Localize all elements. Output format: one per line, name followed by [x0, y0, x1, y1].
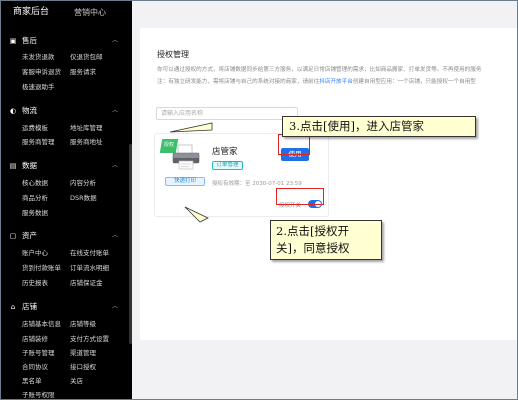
sidebar-section-header[interactable]: ⌂ 店铺 ︿ [0, 300, 126, 314]
sidebar-item[interactable]: 渠道管理 [70, 347, 126, 359]
sidebar-item[interactable]: 极速退助手 [22, 81, 78, 93]
sidebar-section-aftersale: ▣ 售后 ︿ 未发货退款 仅退货包邮 客服申诉退货 服务请求 极速退助手 [0, 34, 126, 91]
page-title: 授权管理 [157, 50, 189, 59]
description-line: 你可以通过授权的方式，将店铺数据同步给第三方服务，以满足日常店铺管理的需求，比如… [157, 67, 482, 73]
chevron-up-icon: ︿ [111, 232, 118, 239]
sidebar-section-header[interactable]: ◐ 物流 ︿ [0, 104, 126, 118]
sidebar-item[interactable]: 店铺等级 [70, 318, 126, 330]
sidebar-item[interactable]: 仅退货包邮 [70, 51, 126, 63]
data-icon: ▤ [9, 162, 17, 170]
chevron-up-icon: ︿ [111, 107, 118, 114]
sidebar-item[interactable]: 内容分析 [70, 177, 126, 189]
callout-step-2: 2.点击[授权开 关]，同意授权 [270, 220, 382, 260]
logistics-icon: ◐ [9, 107, 17, 115]
shop-icon: ⌂ [10, 303, 16, 311]
sidebar-section-shop: ⌂ 店铺 ︿ 店铺基本信息 店铺等级 店铺装修 支付方式设置 子账号管理 渠道管… [0, 300, 126, 399]
sidebar-section-header[interactable]: ▤ 数据 ︿ [0, 159, 126, 173]
page-description: 你可以通过授权的方式，将店铺数据同步给第三方服务，以满足日常店铺管理的需求，比如… [157, 64, 518, 88]
chevron-up-icon: ︿ [111, 303, 118, 310]
sidebar-item[interactable]: 服务请求 [70, 66, 126, 78]
callout-step-3: 3.点击[使用]，进入店管家 [282, 116, 476, 137]
chevron-up-icon: ︿ [111, 37, 118, 44]
open-platform-link[interactable]: 抖店开放平台 [319, 79, 353, 85]
chevron-up-icon: ︿ [111, 162, 118, 169]
callout-line: 关]，同意授权 [276, 241, 350, 255]
sidebar-item[interactable]: 地址库管理 [70, 122, 126, 134]
sidebar: ▣ 售后 ︿ 未发货退款 仅退货包邮 客服申诉退货 服务请求 极速退助手 ◐ 物… [0, 24, 132, 400]
top-bar: 商家后台 营销中心 [0, 0, 132, 24]
sidebar-item[interactable]: 服务数据 [22, 207, 78, 219]
sidebar-section-data: ▤ 数据 ︿ 核心数据 内容分析 商品分析 DSR数据 服务数据 [0, 159, 126, 217]
sidebar-section-header[interactable]: ▣ 售后 ︿ [0, 34, 126, 48]
main-top-strip [132, 0, 518, 24]
aftersale-icon: ▣ [9, 37, 17, 45]
sidebar-item[interactable]: 支付方式设置 [70, 333, 126, 345]
tab-marketing-center[interactable]: 营销中心 [74, 5, 106, 20]
sidebar-section-header[interactable]: ▢ 资产 ︿ [0, 229, 126, 243]
sidebar-item[interactable]: 接口授权 [70, 361, 126, 373]
callout-line: 2.点击[授权开 [276, 224, 349, 238]
wallet-icon: ▢ [9, 232, 17, 240]
sidebar-item[interactable]: 店铺保证金 [70, 277, 126, 289]
sidebar-item[interactable]: 子账号权限 [22, 389, 78, 400]
sidebar-item[interactable]: 在线支付账单 [70, 247, 126, 259]
sidebar-item[interactable]: 服务商地址 [70, 136, 126, 148]
sidebar-item[interactable]: 订单流水明细 [70, 262, 126, 274]
description-line: 注：有独立研发能力，需将店铺与自己的系统对接的商家，请前往抖店开放平台创建自用型… [157, 79, 476, 85]
sidebar-section-logistics: ◐ 物流 ︿ 运费模板 地址库管理 服务商管理 服务商地址 [0, 104, 126, 146]
tab-merchant-backend[interactable]: 商家后台 [10, 5, 52, 20]
sidebar-item[interactable]: DSR数据 [70, 192, 126, 204]
sidebar-item[interactable]: 关店 [70, 375, 126, 387]
sidebar-section-assets: ▢ 资产 ︿ 账户中心 在线支付账单 货到付款账单 订单流水明细 历史报表 店铺… [0, 229, 126, 287]
